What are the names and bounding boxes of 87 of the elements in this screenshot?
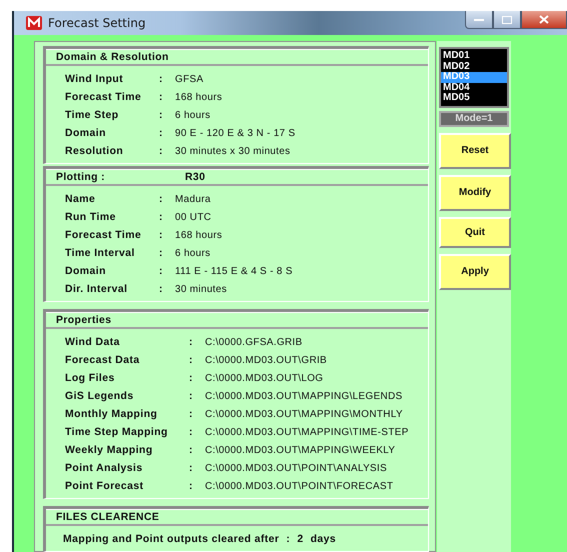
list-item[interactable]: MD01: [441, 51, 507, 62]
field-label: Point Forecast: [65, 480, 145, 492]
field-label: Domain: [65, 265, 107, 277]
field-label: GiS Legends: [65, 390, 135, 402]
colon: :: [189, 462, 194, 474]
minimize-icon: [474, 18, 484, 22]
field-label: Wind Data: [65, 336, 121, 348]
window-title: Forecast Setting: [48, 16, 146, 30]
field-value: 111 E - 115 E & 4 S - 8 S: [175, 266, 293, 276]
field-value: C:\0000.MD03.OUT\MAPPING\LEGENDS: [205, 390, 402, 402]
colon: :: [159, 211, 164, 223]
field-label: Name: [65, 193, 96, 205]
section-value: R30: [185, 171, 206, 183]
action-button[interactable]: Modify: [439, 174, 511, 210]
colon: :: [189, 354, 194, 366]
colon: :: [159, 193, 164, 205]
field-label: Time Step Mapping: [65, 426, 169, 438]
app-icon: [26, 16, 42, 30]
field-label: Forecast Time: [65, 91, 142, 103]
colon: :: [189, 426, 194, 438]
field-value: 6 hours: [175, 248, 210, 258]
field-value: C:\0000.MD03.OUT\MAPPING\TIME-STEP: [205, 426, 409, 438]
section-title: Properties: [56, 314, 112, 326]
field-label: Time Step: [65, 109, 120, 121]
colon: :: [159, 145, 164, 157]
colon: :: [159, 265, 164, 277]
colon: :: [159, 247, 164, 259]
field-value: 30 minutes x 30 minutes: [175, 146, 290, 156]
colon: :: [159, 229, 164, 241]
colon: :: [189, 480, 194, 492]
field-value: Madura: [175, 194, 211, 204]
field-value: C:\0000.GFSA.GRIB: [205, 336, 302, 348]
field-value: C:\0000.MD03.OUT\LOG: [205, 372, 324, 384]
field-label: Run Time: [65, 211, 117, 223]
field-value: C:\0000.MD03.OUT\POINT\FORECAST: [205, 480, 394, 492]
colon: :: [189, 408, 194, 420]
field-label: Domain: [65, 127, 107, 139]
colon: :: [189, 372, 194, 384]
field-value: 00 UTC: [175, 212, 212, 222]
section-title: Domain & Resolution: [56, 51, 169, 63]
field-label: Forecast Data: [65, 354, 141, 366]
field-value: 90 E - 120 E & 3 N - 17 S: [175, 128, 296, 138]
colon: :: [189, 336, 194, 348]
field-value: C:\0000.MD03.OUT\GRIB: [205, 354, 327, 366]
model-list[interactable]: MD01 MD02 MD03 MD04 MD05: [439, 47, 509, 108]
list-item[interactable]: MD05: [441, 93, 507, 104]
colon: :: [159, 127, 164, 139]
colon: :: [286, 533, 290, 545]
field-value: 168 hours: [175, 92, 222, 102]
field-value: 30 minutes: [175, 284, 227, 294]
colon: :: [159, 109, 164, 121]
field-value: C:\0000.MD03.OUT\MAPPING\WEEKLY: [205, 444, 396, 456]
field-label: Time Interval: [65, 247, 136, 259]
action-button[interactable]: Apply: [439, 254, 511, 290]
field-value: 2: [297, 533, 304, 545]
field-label: Monthly Mapping: [65, 408, 158, 420]
colon: :: [159, 283, 164, 295]
field-label: Dir. Interval: [65, 283, 128, 295]
minimize-button[interactable]: [465, 11, 493, 29]
list-item[interactable]: MD02: [441, 62, 507, 72]
field-value: GFSA: [175, 74, 204, 84]
field-label: Log Files: [65, 372, 116, 384]
unit-label: days: [310, 533, 336, 545]
section-title: FILES CLEARENCE: [56, 511, 160, 523]
colon: :: [189, 444, 194, 456]
field-value: C:\0000.MD03.OUT\MAPPING\MONTHLY: [205, 408, 403, 420]
colon: :: [189, 390, 194, 402]
maximize-icon: [502, 16, 512, 24]
field-label: Point Analysis: [65, 462, 144, 474]
field-label: Forecast Time: [65, 229, 142, 241]
section-title: Plotting :: [56, 171, 105, 183]
list-item[interactable]: MD04: [441, 82, 507, 93]
field-label: Mapping and Point outputs cleared after: [63, 533, 280, 545]
field-label: Weekly Mapping: [65, 444, 154, 456]
field-value: 168 hours: [175, 230, 222, 240]
field-value: C:\0000.MD03.OUT\POINT\ANALYSIS: [205, 462, 387, 474]
field-label: Wind Input: [65, 73, 124, 85]
close-button[interactable]: [521, 11, 567, 29]
action-button[interactable]: Quit: [439, 216, 511, 248]
maximize-button[interactable]: [493, 11, 521, 29]
field-label: Resolution: [65, 145, 124, 157]
close-icon: [539, 15, 549, 24]
field-value: 6 hours: [175, 110, 210, 120]
action-button[interactable]: Reset: [439, 132, 511, 168]
colon: :: [159, 91, 164, 103]
colon: :: [159, 73, 164, 85]
mode-label: Mode=1: [439, 110, 509, 126]
